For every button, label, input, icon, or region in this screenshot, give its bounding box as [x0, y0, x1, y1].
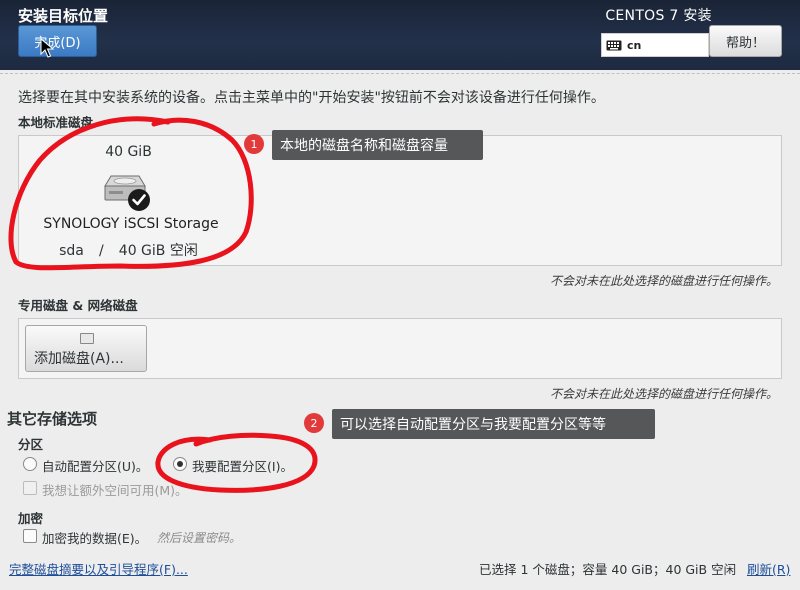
refresh-link[interactable]: 刷新(R) [747, 559, 790, 578]
selection-summary: 已选择 1 个磁盘；容量 40 GiB；40 GiB 空闲 [479, 562, 737, 577]
auto-partition-label[interactable]: 自动配置分区(U)。 [42, 456, 148, 475]
local-disks-label: 本地标准磁盘 [18, 115, 94, 130]
disk-separator: / [98, 243, 104, 259]
special-disks-note: 不会对未在此处选择的磁盘进行任何操作。 [549, 387, 778, 401]
extra-space-label: 我想让额外空间可用(M)。 [42, 483, 188, 498]
header-divider [0, 70, 800, 78]
hard-disk-icon [104, 175, 150, 211]
header-bar: 安装目标位置 完成(D) CENTOS 7 安装 cn 帮助！ [0, 0, 800, 70]
checkmark-icon [128, 189, 150, 211]
auto-partition-radio[interactable] [23, 457, 37, 471]
keyboard-icon [606, 40, 622, 50]
encrypt-hint: 然后设置密码。 [157, 531, 242, 545]
annotation-badge-1: 1 [244, 134, 264, 154]
keyboard-layout-indicator[interactable]: cn [601, 33, 709, 57]
annotation-callout-2: 可以选择自动配置分区与我要配置分区等等 [332, 409, 655, 439]
page-title: 安装目标位置 [18, 7, 109, 25]
partition-label: 分区 [18, 437, 44, 452]
encrypt-data-checkbox[interactable] [23, 529, 37, 543]
special-disks-label: 专用磁盘 & 网络磁盘 [18, 298, 138, 313]
manual-partition-label[interactable]: 我要配置分区(I)。 [192, 456, 293, 475]
disk-name: SYNOLOGY iSCSI Storage [43, 216, 219, 232]
keyboard-layout-label: cn [627, 38, 642, 52]
disk-summary-link[interactable]: 完整磁盘摘要以及引导程序(F)... [9, 559, 188, 578]
add-disk-button[interactable]: 添加磁盘(A)... [25, 325, 147, 372]
add-disk-icon [80, 333, 94, 344]
other-storage-heading: 其它存储选项 [7, 410, 98, 428]
product-name: CENTOS 7 安装 [605, 8, 712, 24]
manual-partition-radio[interactable] [173, 457, 187, 471]
help-button[interactable]: 帮助！ [709, 25, 782, 57]
cursor-icon [40, 38, 54, 58]
disk-free-space: sda / 40 GiB 空闲 [26, 240, 231, 260]
disk-device: sda [59, 243, 84, 259]
annotation-badge-2: 2 [304, 413, 324, 433]
encrypt-data-label[interactable]: 加密我的数据(E)。 [42, 528, 147, 547]
local-disks-note: 不会对未在此处选择的磁盘进行任何操作。 [549, 274, 778, 288]
disk-free: 40 GiB 空闲 [118, 243, 198, 259]
intro-text: 选择要在其中安装系统的设备。点击主菜单中的"开始安装"按钮前不会对该设备进行任何… [18, 90, 605, 106]
disk-size: 40 GiB [105, 144, 152, 160]
add-disk-label: 添加磁盘(A)... [34, 351, 124, 367]
done-button[interactable]: 完成(D) [18, 25, 97, 57]
disk-item-sda[interactable]: 40 GiB SYNOLOGY iSCSI Storage sda / 40 G… [26, 140, 231, 260]
extra-space-checkbox[interactable] [23, 481, 37, 495]
encryption-label: 加密 [18, 511, 44, 526]
annotation-callout-1: 本地的磁盘名称和磁盘容量 [272, 130, 483, 160]
